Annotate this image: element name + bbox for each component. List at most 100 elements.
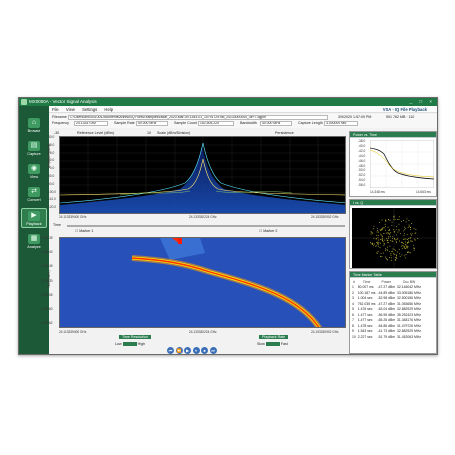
iq-point: [383, 226, 385, 228]
resolution-switch[interactable]: [122, 342, 137, 347]
table-cell: -41.73 dBm: [377, 329, 396, 334]
iq-point: [393, 248, 395, 250]
sidebar-item-view[interactable]: ◉ View: [21, 162, 47, 182]
iq-point: [372, 244, 374, 246]
time-resolution-toggle[interactable]: Low High: [115, 342, 145, 347]
table-row[interactable]: 8 1.478 sec -54.86 dBm 31.479726 MHz: [351, 323, 422, 329]
iq-point: [415, 232, 417, 234]
iq-point: [388, 236, 390, 238]
play-icon[interactable]: ▶: [184, 347, 191, 354]
sidebar-item-browse[interactable]: ⌂ Browse: [21, 116, 47, 136]
table-row[interactable]: 4 752.035 ms -47.27 dBm 31.053656 MHz: [351, 301, 422, 307]
sample-rate-label: Sample Rate: [114, 121, 135, 125]
power-vs-time-chart[interactable]: [370, 140, 434, 188]
table-cell: 752.035 ms: [357, 301, 376, 306]
table-row[interactable]: 6 1.477 sec -56.95 dBm 35.252423 MHz: [351, 312, 422, 318]
iq-point: [383, 244, 385, 246]
frequency-field[interactable]: 24.1333 GHz: [74, 121, 108, 126]
filename-field[interactable]: C:\Users\anr004100\Documents\Anritsu\IQ …: [68, 115, 328, 120]
stop-icon[interactable]: ⏹: [201, 347, 208, 354]
sidebar-item-convert[interactable]: ⇄ Convert: [21, 185, 47, 205]
table-row[interactable]: 3 1.004 sec -52.98 dBm 32.500156 MHz: [351, 296, 422, 302]
scale-value[interactable]: 10: [147, 131, 151, 135]
waterfall-plot[interactable]: [59, 237, 346, 328]
iq-point: [411, 223, 413, 224]
table-row[interactable]: 10 2.227 sec -51.79 dBm 31.452063 MHz: [351, 334, 422, 340]
sidebar-item-analyze[interactable]: ▦ Analyze: [21, 232, 47, 252]
table-row[interactable]: 7 1.477 sec -65.25 dBm 31.348176 MHz: [351, 318, 422, 324]
iq-point: [393, 253, 395, 255]
iq-point: [382, 252, 384, 254]
sidebar-label: Analyze: [27, 245, 41, 249]
iq-point: [404, 228, 406, 230]
iq-point: [376, 227, 378, 229]
waterfall-x-right: 24.153330902 GHz: [311, 330, 339, 334]
capture-length-field[interactable]: 3.000000 sec: [324, 121, 358, 126]
table-cell: 31.479726 MHz: [397, 323, 421, 328]
menu-view[interactable]: View: [66, 107, 75, 112]
iq-point: [398, 240, 400, 242]
app-window: MX0000A - Vector Signal Analysis _ □ × F…: [18, 97, 438, 355]
table-row[interactable]: 2 100.187 ms -44.89 dBm 33.005186 MHz: [351, 290, 422, 296]
waterfall-y-tick: 1478.50: [41, 278, 53, 283]
marker1-checkbox[interactable]: ☐ Marker 1: [75, 229, 93, 233]
iq-point: [395, 234, 397, 236]
rewind-icon[interactable]: ⏪: [175, 347, 183, 354]
iq-point: [390, 253, 392, 255]
iq-point: [403, 238, 405, 240]
table-row[interactable]: 5 1.476 sec -63.04 dBm 32.882929 MHz: [351, 307, 422, 313]
table-row[interactable]: 1 50.007 ms -47.27 dBm 32.146042 MHz: [351, 285, 422, 291]
iq-point: [392, 235, 394, 237]
menu-help[interactable]: Help: [104, 107, 113, 112]
iq-point: [398, 229, 400, 231]
iq-point: [405, 221, 407, 223]
sample-count-field[interactable]: 152,505,224: [198, 121, 234, 126]
spectrum-y-tick: -80.0: [47, 174, 55, 178]
marker2-checkbox[interactable]: ☐ Marker 2: [259, 229, 277, 233]
iq-point: [395, 257, 397, 258]
iq-point: [414, 239, 416, 241]
iq-point: [380, 252, 382, 254]
iq-point: [384, 249, 386, 251]
iq-point: [397, 237, 399, 239]
skip-forward-icon[interactable]: ⏭: [209, 347, 217, 354]
window-controls[interactable]: _ □ ×: [410, 98, 435, 106]
spectrum-trace: [60, 137, 345, 213]
iq-point: [395, 255, 397, 257]
iq-point: [382, 228, 383, 230]
iq-point: [381, 256, 383, 258]
table-cell: 100.187 ms: [357, 290, 376, 295]
spectrum-x-center: 24.133330224 GHz: [189, 215, 217, 219]
sidebar-item-playback[interactable]: ▶ Playback: [21, 208, 47, 228]
sample-rate-field[interactable]: 50.000 MHz: [136, 121, 168, 126]
iq-constellation[interactable]: [352, 208, 436, 268]
skip-back-icon[interactable]: ⏮: [167, 347, 174, 354]
sidebar-item-capture[interactable]: ▤ Capture: [21, 139, 47, 159]
spectrum-plot[interactable]: [59, 136, 346, 214]
persistence-toggle[interactable]: Persistence: [275, 131, 294, 135]
rate-switch[interactable]: [265, 342, 280, 347]
pause-icon[interactable]: ⏸: [192, 347, 200, 354]
app-title: MX0000A - Vector Signal Analysis: [29, 99, 97, 104]
time-marker-table-panel: Time Marker Table # Time Power Occ BW 15…: [349, 271, 437, 354]
menu-file[interactable]: File: [52, 107, 59, 112]
time-slider[interactable]: [67, 225, 345, 227]
table-row[interactable]: 9 1.543 sec -41.73 dBm 32.882929 MHz: [351, 329, 422, 335]
iq-point: [395, 226, 397, 228]
iq-point: [401, 245, 402, 247]
iq-point: [395, 239, 397, 241]
iq-point: [386, 237, 388, 239]
iq-point: [388, 237, 389, 239]
iq-point: [406, 246, 408, 248]
waterfall-y-tick: 1478.45: [41, 264, 53, 269]
marker-table-title: Time Marker Table: [350, 272, 436, 278]
bandwidth-field[interactable]: 40.000 MHz: [260, 121, 292, 126]
iq-point: [406, 218, 408, 220]
playback-rate-toggle[interactable]: Slow Fast: [257, 342, 288, 347]
ref-level-value[interactable]: -30: [54, 131, 59, 135]
iq-point: [391, 224, 393, 226]
menu-settings[interactable]: Settings: [82, 107, 97, 112]
table-cell: -47.27 dBm: [377, 301, 396, 306]
iq-point: [381, 237, 383, 239]
iq-point: [388, 232, 389, 234]
